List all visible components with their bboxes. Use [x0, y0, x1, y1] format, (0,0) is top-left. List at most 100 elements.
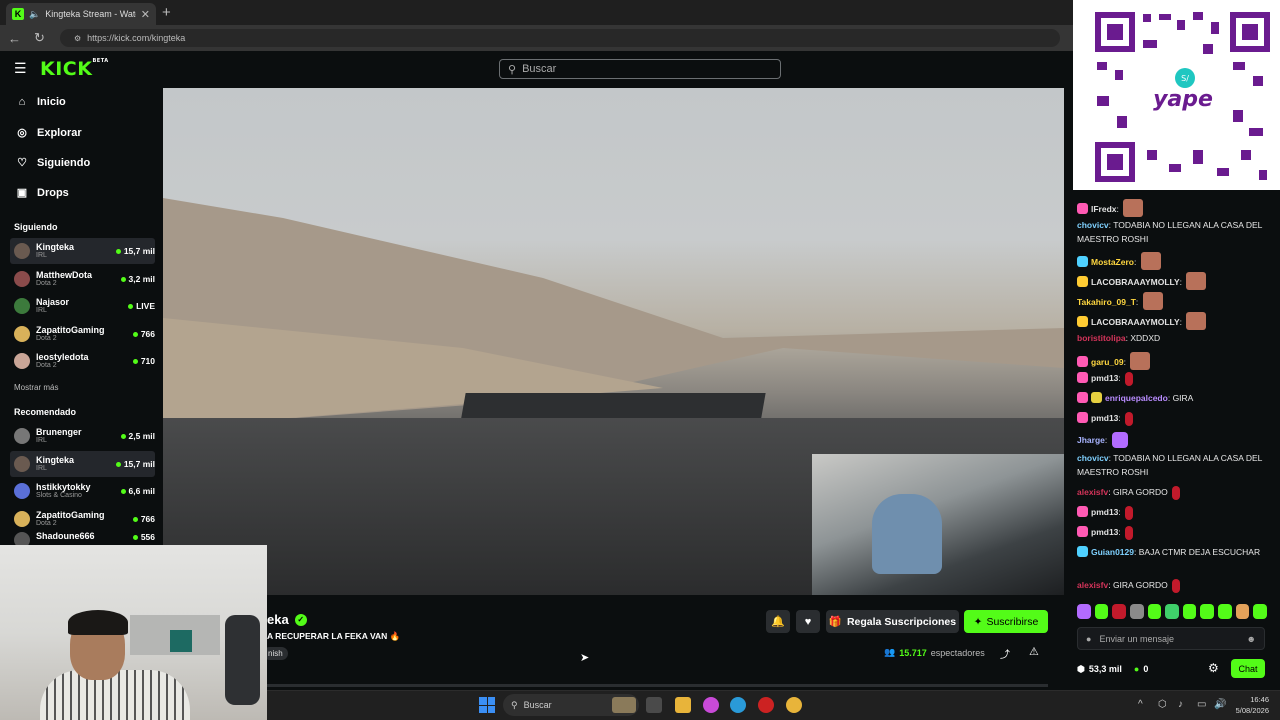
chat-username[interactable]: chovicv: [1077, 453, 1109, 463]
emote-icon[interactable]: [1200, 604, 1215, 619]
windows-start-icon[interactable]: [479, 697, 495, 713]
gift-subs-button[interactable]: 🎁 Regala Suscripciones: [826, 610, 959, 633]
gift-subs-label: Regala Suscripciones: [846, 615, 957, 628]
chat-username[interactable]: pmd13: [1091, 527, 1118, 537]
channel-item[interactable]: Najasor IRL LIVE: [10, 293, 155, 319]
chat-send-button[interactable]: Chat: [1231, 659, 1265, 678]
tray-app-icon[interactable]: ⬡: [1158, 699, 1167, 710]
taskbar-clock[interactable]: 16:46 5/08/2026: [1233, 694, 1269, 716]
channel-viewers: 15,7 mil: [115, 246, 155, 256]
emote-icon[interactable]: [1112, 604, 1126, 619]
chat-message: LACOBRAAAYMOLLY:: [1077, 312, 1267, 330]
speaker-icon[interactable]: 🔈: [29, 9, 40, 20]
emote-icon[interactable]: [1165, 604, 1179, 619]
emote-icon[interactable]: [1129, 604, 1144, 619]
hamburger-menu-icon[interactable]: ☰: [14, 60, 30, 77]
sidebar: ⌂ Inicio ◎ Explorar ♡ Siguiendo ▣ Drops Sigu…: [0, 88, 163, 548]
channel-category: IRL: [36, 465, 47, 473]
report-warning-icon[interactable]: ⚠: [1029, 645, 1039, 658]
edge-browser-icon[interactable]: [730, 697, 746, 713]
chat-username[interactable]: lFredx: [1091, 204, 1117, 214]
emote-icon: [1123, 199, 1144, 217]
chat-username[interactable]: pmd13: [1091, 507, 1118, 517]
channel-item[interactable]: hstikkytokky Slots & Casino 6,6 mil: [10, 478, 155, 504]
follow-heart-button[interactable]: ♥: [796, 610, 820, 633]
site-info-icon[interactable]: ⚙: [74, 34, 81, 43]
live-dot-icon: [132, 516, 138, 522]
sidebar-item-siguiendo[interactable]: ♡ Siguiendo: [16, 156, 90, 170]
chat-username[interactable]: chovicv: [1077, 220, 1109, 230]
chat-text: BAJA CTMR DEJA ESCUCHAR: [1138, 547, 1261, 557]
kick-logo[interactable]: KICKBETA: [40, 58, 109, 80]
app-icon[interactable]: [758, 697, 774, 713]
channel-item[interactable]: Kingteka IRL 15,7 mil: [10, 451, 155, 477]
avatar: [14, 271, 30, 287]
chat-message: Guian0129: BAJA CTMR DEJA ESCUCHAR: [1077, 546, 1267, 560]
channel-item[interactable]: leostyledota Dota 2 710: [10, 348, 155, 374]
channel-item[interactable]: Kingteka IRL 15,7 mil: [10, 238, 155, 264]
chat-username[interactable]: Guian0129: [1091, 547, 1134, 557]
task-view-icon[interactable]: [646, 697, 662, 713]
sidebar-item-inicio[interactable]: ⌂ Inicio: [16, 96, 66, 108]
close-icon[interactable]: ✕: [141, 8, 150, 21]
file-explorer-icon[interactable]: [675, 697, 691, 713]
chat-username[interactable]: MostaZero: [1091, 257, 1134, 267]
emoji-icon[interactable]: ☻: [1247, 634, 1256, 644]
emote-icon[interactable]: [1077, 604, 1091, 619]
gear-icon[interactable]: ⚙: [1208, 661, 1219, 675]
browser-tab[interactable]: K 🔈 Kingteka Stream - Watch Live ✕: [6, 3, 156, 25]
volume-icon[interactable]: 🔊: [1214, 699, 1226, 710]
chat-username[interactable]: pmd13: [1091, 373, 1118, 383]
channel-item[interactable]: ZapatitoGaming Dota 2 766: [10, 506, 155, 532]
subscribe-button[interactable]: ✦ Suscribirse: [964, 610, 1048, 633]
share-icon[interactable]: ⤴: [1000, 646, 1010, 661]
network-icon[interactable]: ▭: [1197, 699, 1206, 710]
chat-username[interactable]: pmd13: [1091, 413, 1118, 423]
url-field[interactable]: ⚙ https://kick.com/kingteka: [60, 29, 1060, 47]
channel-item[interactable]: MatthewDota Dota 2 3,2 mil: [10, 266, 155, 292]
chat-username[interactable]: enriquepalcedo: [1105, 393, 1168, 403]
copilot-icon[interactable]: [703, 697, 719, 713]
chat-username[interactable]: LACOBRAAAYMOLLY: [1091, 317, 1180, 327]
chat-username[interactable]: LACOBRAAAYMOLLY: [1091, 277, 1180, 287]
new-tab-button[interactable]: +: [162, 4, 171, 21]
sidebar-item-drops[interactable]: ▣ Drops: [16, 186, 69, 200]
chat-username[interactable]: boristitolipa: [1077, 333, 1126, 343]
chrome-browser-icon[interactable]: [786, 697, 802, 713]
tray-chevron-up-icon[interactable]: ^: [1138, 699, 1143, 710]
reload-icon[interactable]: ↻: [34, 30, 52, 46]
sub-badge-icon: [1077, 276, 1088, 287]
channel-points[interactable]: 53,3 mil: [1089, 664, 1122, 674]
emote-icon[interactable]: [1147, 604, 1162, 619]
notification-bell-button[interactable]: 🔔: [766, 610, 790, 633]
chat-message-input[interactable]: ● Enviar un mensaje ☻: [1077, 627, 1265, 650]
microphone-icon[interactable]: ♪: [1178, 699, 1183, 710]
emote-icon[interactable]: [1094, 604, 1109, 619]
emote-icon[interactable]: [1218, 604, 1232, 619]
channel-item[interactable]: ZapatitoGaming Dota 2 766: [10, 321, 155, 347]
news-widget-icon[interactable]: [612, 697, 636, 713]
chat-username[interactable]: Jharge: [1077, 435, 1105, 445]
chat-message: chovicv: TODABIA NO LLEGAN ALA CASA DEL …: [1077, 453, 1263, 477]
chat-message: pmd13:: [1077, 372, 1267, 386]
channel-name: Shadoune666: [36, 532, 95, 541]
sidebar-item-explorar[interactable]: ◎ Explorar: [16, 126, 81, 140]
address-bar: ← ↻ ⚙ https://kick.com/kingteka: [0, 25, 1075, 51]
chat-username[interactable]: alexisfv: [1077, 580, 1108, 590]
chat-username[interactable]: garu_09: [1091, 357, 1124, 367]
streamer-name[interactable]: eka ✓: [267, 612, 307, 627]
search-icon: ⚲: [511, 699, 518, 710]
channel-item[interactable]: Brunenger IRL 2,5 mil: [10, 423, 155, 449]
chat-username[interactable]: alexisfv: [1077, 487, 1108, 497]
sub-badge-icon: [1077, 546, 1088, 557]
chat-user-icon: ●: [1086, 633, 1092, 644]
chat-username[interactable]: Takahiro_09_T: [1077, 297, 1136, 307]
emote-icon[interactable]: [1182, 604, 1197, 619]
chat-message: MostaZero:: [1077, 252, 1267, 270]
emote-icon[interactable]: [1253, 604, 1268, 619]
show-more-link[interactable]: Mostrar más: [14, 383, 58, 392]
back-arrow-icon[interactable]: ←: [8, 31, 26, 46]
search-input[interactable]: ⚲ Buscar: [499, 59, 781, 79]
emote-icon[interactable]: [1235, 604, 1250, 619]
kick-coins[interactable]: 0: [1143, 664, 1148, 674]
